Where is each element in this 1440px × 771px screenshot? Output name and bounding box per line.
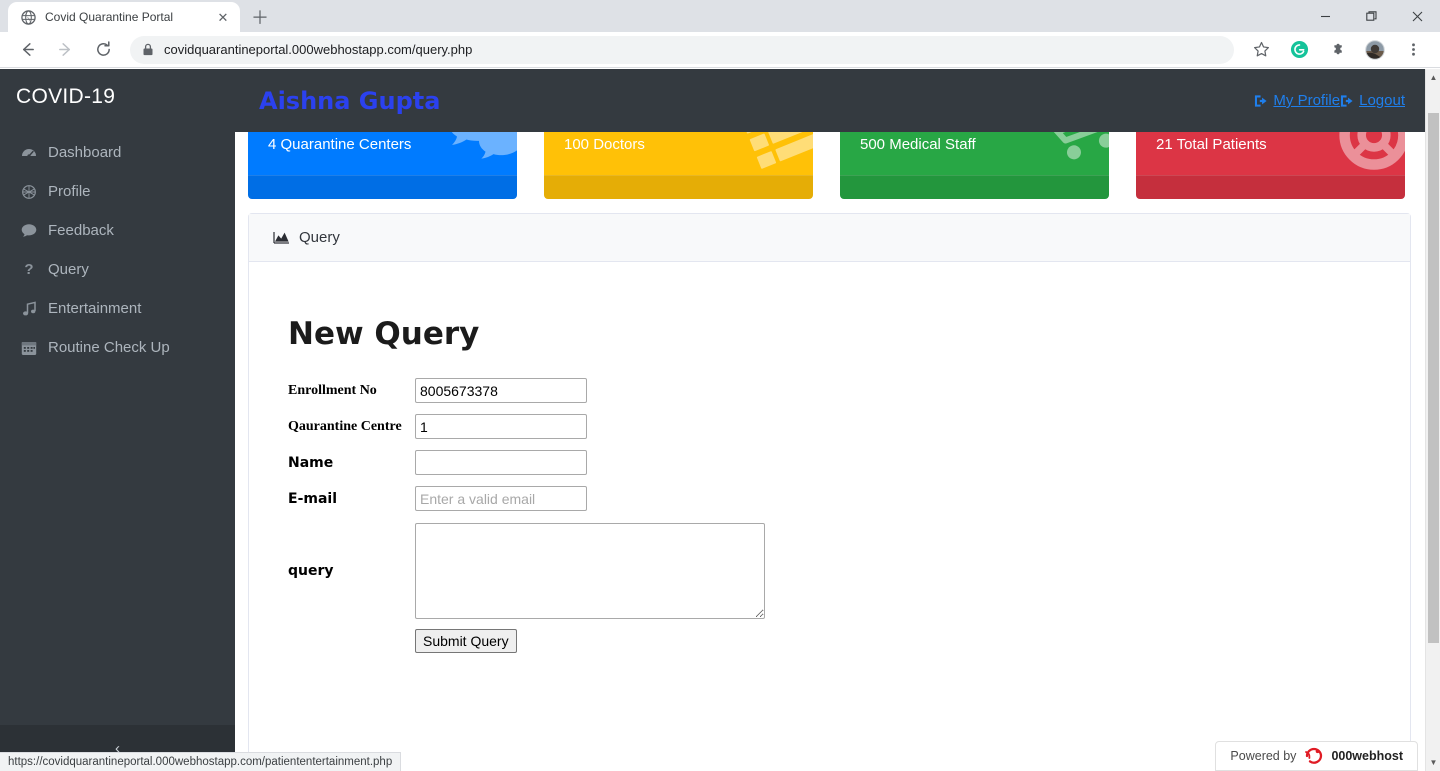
music-note-icon: [18, 300, 40, 317]
arrow-left-icon[interactable]: [12, 35, 42, 65]
question-icon: ?: [24, 261, 34, 278]
sidebar-item-dashboard[interactable]: Dashboard: [0, 133, 235, 172]
enrollment-no-field[interactable]: [415, 378, 587, 403]
area-chart-icon: [273, 230, 290, 245]
browser-window: Covid Quarantine Portal ✕ ＋ covidquarant…: [0, 0, 1440, 771]
window-controls: [1302, 0, 1440, 32]
stat-card-label: 4 Quarantine Centers: [268, 136, 412, 153]
chrome-menu-icon[interactable]: [1399, 36, 1427, 64]
browser-toolbar: covidquarantineportal.000webhostapp.com/…: [0, 32, 1440, 68]
main-content: 4 Quarantine Centers 100 Doctors 500 Med…: [235, 69, 1425, 771]
webhost-logo-icon: [1304, 747, 1324, 765]
sign-out-icon: [1340, 94, 1355, 108]
panel-body: New Query Enrollment No Qaurantine Centr…: [249, 262, 1410, 653]
enrollment-no-label: Enrollment No: [288, 382, 377, 398]
name-label: Name: [288, 454, 334, 471]
browser-tab[interactable]: Covid Quarantine Portal ✕: [8, 2, 240, 32]
sidebar-item-label: Query: [48, 261, 89, 278]
caret-down-icon[interactable]: ▼: [1426, 754, 1440, 771]
lock-icon: [142, 43, 154, 56]
sidebar-nav: Dashboard Profile Feedback ? Query Enter…: [0, 133, 235, 367]
my-profile-link[interactable]: My Profile: [1254, 92, 1340, 109]
sidebar-item-label: Routine Check Up: [48, 339, 170, 356]
profile-avatar[interactable]: [1361, 36, 1389, 64]
tab-title: Covid Quarantine Portal: [45, 10, 174, 24]
form-row-email: E-mail: [288, 486, 1410, 511]
logout-label: Logout: [1359, 92, 1405, 109]
comment-icon: [18, 223, 40, 238]
arrow-right-icon: [50, 35, 80, 65]
site-topbar: Aishna Gupta My Profile Logout: [235, 69, 1425, 132]
quarantine-centre-label: Qaurantine Centre: [288, 418, 402, 434]
new-tab-button[interactable]: ＋: [246, 3, 274, 31]
panel-header: Query: [249, 214, 1410, 262]
grammarly-icon[interactable]: [1285, 36, 1313, 64]
toolbar-icons: [1242, 36, 1432, 64]
page-viewport: COVID-19 Dashboard Profile Feedback ? Qu…: [0, 69, 1440, 771]
stat-card-label: 21 Total Patients: [1156, 136, 1267, 153]
minimize-icon[interactable]: [1302, 0, 1348, 32]
form-row-name: Name: [288, 450, 1410, 475]
name-field[interactable]: [415, 450, 587, 475]
bookmark-star-icon[interactable]: [1247, 36, 1275, 64]
sign-out-icon: [1254, 94, 1269, 108]
close-icon[interactable]: ✕: [214, 8, 232, 26]
form-row-query: query: [288, 523, 1410, 619]
panel-title: Query: [299, 229, 340, 246]
form-row-submit: Submit Query: [415, 629, 1410, 653]
webhost-prefix: Powered by: [1230, 749, 1297, 763]
sidebar-item-label: Profile: [48, 183, 91, 200]
caret-up-icon[interactable]: ▲: [1426, 69, 1440, 86]
form-row-enrollment-no: Enrollment No: [288, 378, 1410, 403]
query-label: query: [288, 563, 334, 579]
url-text: covidquarantineportal.000webhostapp.com/…: [164, 42, 473, 57]
sidebar-item-profile[interactable]: Profile: [0, 172, 235, 211]
form-row-quarantine-centre: Qaurantine Centre: [288, 414, 1410, 439]
sidebar-item-query[interactable]: ? Query: [0, 250, 235, 289]
sidebar-item-feedback[interactable]: Feedback: [0, 211, 235, 250]
scrollbar-thumb[interactable]: [1428, 113, 1439, 643]
tab-strip: Covid Quarantine Portal ✕ ＋: [0, 0, 1440, 32]
calendar-icon: [18, 340, 40, 356]
stat-card-label: 100 Doctors: [564, 136, 645, 153]
reload-icon[interactable]: [88, 35, 118, 65]
logout-link[interactable]: Logout: [1340, 92, 1405, 109]
sidebar-item-routine-check-up[interactable]: Routine Check Up: [0, 328, 235, 367]
page-scrollbar[interactable]: ▲ ▼: [1425, 69, 1440, 771]
extensions-puzzle-icon[interactable]: [1323, 36, 1351, 64]
sidebar-item-label: Feedback: [48, 222, 114, 239]
page-title: New Query: [288, 316, 480, 352]
tachometer-icon: [18, 145, 40, 161]
sidebar-brand: COVID-19: [16, 85, 116, 108]
globe-icon: [20, 9, 36, 25]
close-icon[interactable]: [1394, 0, 1440, 32]
sidebar-item-entertainment[interactable]: Entertainment: [0, 289, 235, 328]
webhost-name: 000webhost: [1331, 749, 1403, 763]
webhost-badge[interactable]: Powered by 000webhost: [1215, 741, 1418, 771]
sidebar: COVID-19 Dashboard Profile Feedback ? Qu…: [0, 69, 235, 771]
email-field[interactable]: [415, 486, 587, 511]
query-textarea[interactable]: [415, 523, 765, 619]
stat-card-label: 500 Medical Staff: [860, 136, 976, 153]
address-bar[interactable]: covidquarantineportal.000webhostapp.com/…: [130, 35, 1234, 64]
quarantine-centre-field[interactable]: [415, 414, 587, 439]
new-query-form: Enrollment No Qaurantine Centre Name: [288, 378, 1410, 653]
submit-query-button[interactable]: Submit Query: [415, 629, 517, 653]
status-bar-link-preview: https://covidquarantineportal.000webhost…: [0, 752, 402, 771]
sidebar-item-label: Dashboard: [48, 144, 122, 161]
email-label: E-mail: [288, 490, 338, 507]
maximize-icon[interactable]: [1348, 0, 1394, 32]
query-panel: Query New Query Enrollment No Qaurantine…: [248, 213, 1411, 771]
dna-icon: [18, 184, 40, 200]
user-name: Aishna Gupta: [259, 86, 441, 115]
sidebar-item-label: Entertainment: [48, 300, 142, 317]
my-profile-label: My Profile: [1273, 92, 1341, 109]
